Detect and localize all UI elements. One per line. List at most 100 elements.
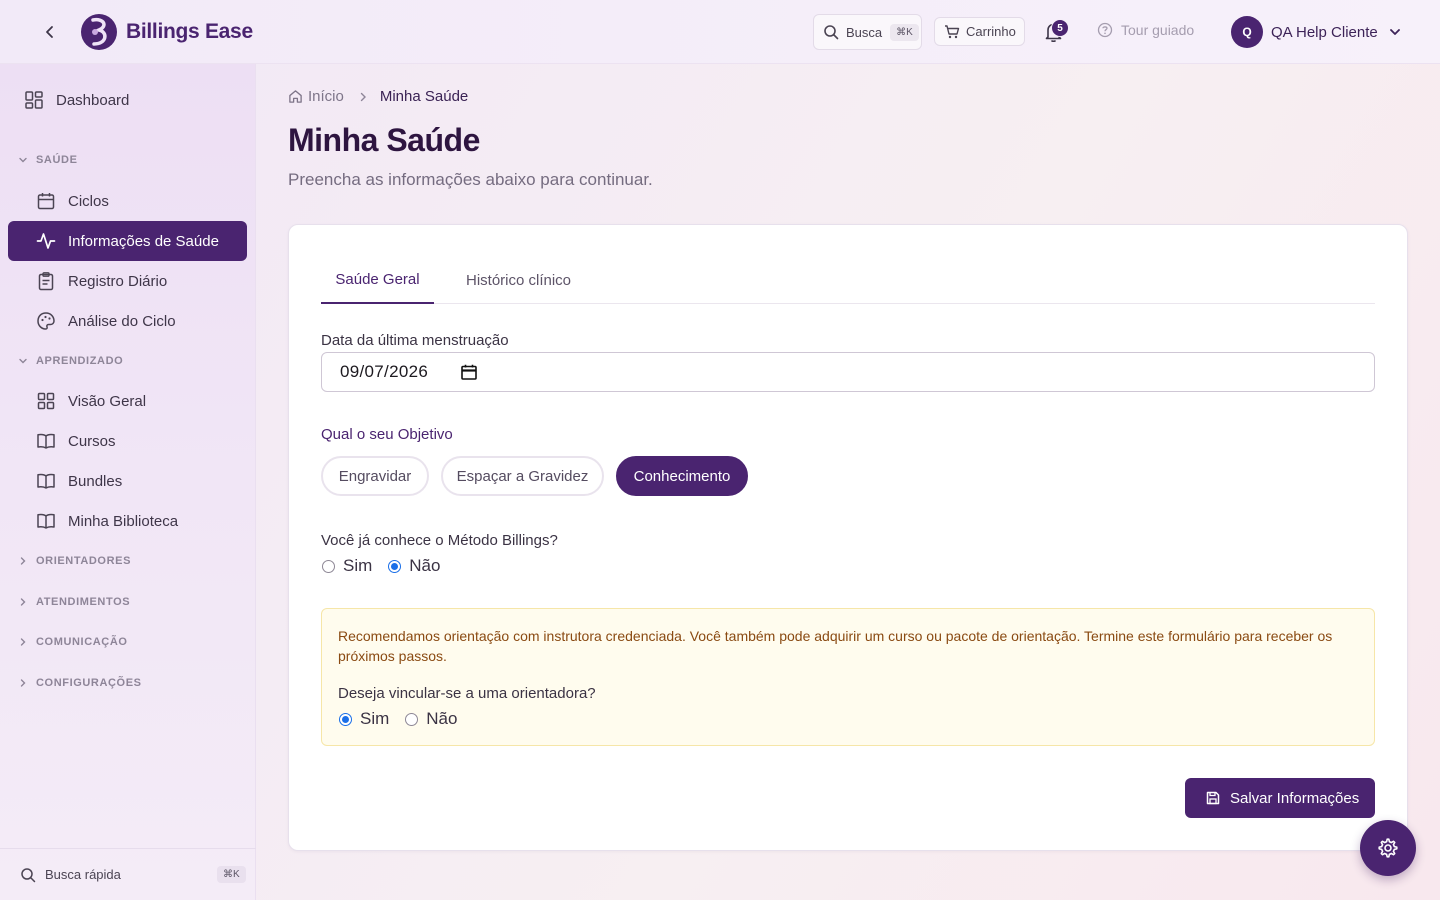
notice-message: Recomendamos orientação com instrutora c… — [338, 628, 1333, 664]
avatar: Q — [1231, 16, 1263, 48]
app-name: Billings Ease — [126, 20, 253, 43]
section-label: COMUNICAÇÃO — [36, 636, 128, 648]
chevron-left-icon — [46, 26, 53, 38]
method-no-radio[interactable] — [388, 559, 402, 573]
sidebar-item-label: Informações de Saúde — [68, 232, 219, 250]
chevron-right-icon — [20, 557, 26, 565]
activity-icon — [36, 231, 56, 251]
quick-search[interactable]: Busca rápida ⌘K — [0, 848, 256, 900]
tour-label: Tour guiado — [1121, 22, 1195, 38]
settings-fab[interactable] — [1360, 820, 1416, 876]
health-form-card: Saúde Geral Histórico clínico Data da úl… — [288, 224, 1408, 851]
gear-icon — [1378, 838, 1398, 858]
app-logo[interactable]: Billings Ease — [80, 10, 253, 54]
chevron-down-icon — [1389, 29, 1400, 35]
search-icon — [824, 25, 839, 40]
sidebar-item-minha-biblioteca[interactable]: Minha Biblioteca — [8, 501, 247, 541]
objective-label: Qual o seu Objetivo — [321, 426, 453, 443]
breadcrumb-home[interactable]: Início — [308, 88, 344, 105]
section-configuracoes[interactable]: CONFIGURAÇÕES — [18, 673, 142, 693]
sidebar-item-label: Registro Diário — [68, 272, 168, 290]
link-yes-radio[interactable] — [339, 712, 352, 726]
section-label: SAÚDE — [36, 154, 78, 166]
tour-button[interactable]: Tour guiado — [1097, 22, 1194, 38]
method-no-label[interactable]: Não — [409, 556, 440, 576]
method-yes-label[interactable]: Sim — [343, 556, 372, 576]
calendar-icon[interactable] — [460, 363, 478, 381]
notification-badge: 5 — [1051, 19, 1069, 37]
breadcrumb-current: Minha Saúde — [379, 88, 469, 105]
section-label: APRENDIZADO — [36, 355, 124, 367]
chevron-right-icon — [358, 92, 368, 102]
form-tabs: Saúde Geral Histórico clínico — [321, 261, 1375, 304]
save-icon — [1206, 791, 1220, 805]
method-question: Você já conhece o Método Billings? — [321, 532, 558, 549]
tab-saude-geral[interactable]: Saúde Geral — [321, 261, 434, 304]
logo-icon — [81, 14, 117, 50]
chevron-down-icon — [19, 157, 27, 163]
tab-historico-clinico[interactable]: Histórico clínico — [466, 261, 571, 304]
book-open-icon — [36, 431, 56, 451]
sidebar-item-label: Minha Biblioteca — [68, 512, 179, 530]
top-bar: Billings Ease Busca ⌘K Carrinho 5 Tour g… — [0, 0, 1440, 64]
sidebar-item-analise-do-ciclo[interactable]: Análise do Ciclo — [8, 301, 247, 341]
sidebar-item-label: Ciclos — [68, 192, 109, 210]
section-label: ORIENTADORES — [36, 555, 132, 567]
book-open-icon — [36, 471, 56, 491]
section-aprendizado[interactable]: APRENDIZADO — [18, 351, 123, 371]
recommendation-notice: Recomendamos orientação com instrutora c… — [321, 608, 1375, 746]
sidebar-item-registro-diario[interactable]: Registro Diário — [8, 261, 247, 301]
sidebar-item-label: Cursos — [68, 432, 116, 450]
search-shortcut: ⌘K — [890, 23, 919, 41]
objective-conhecimento-button[interactable]: Conhecimento — [616, 456, 748, 496]
sidebar-item-ciclos[interactable]: Ciclos — [8, 181, 247, 221]
sidebar-item-dashboard[interactable]: Dashboard — [8, 80, 247, 120]
sidebar-item-label: Visão Geral — [68, 392, 147, 410]
link-no-label[interactable]: Não — [426, 709, 457, 729]
clipboard-icon — [36, 271, 56, 291]
cart-icon — [945, 24, 960, 38]
last-period-date-input[interactable]: 09/07/2026 — [321, 352, 1375, 392]
chevron-right-icon — [20, 679, 26, 687]
breadcrumb: Início Minha Saúde — [288, 88, 468, 105]
method-yes-radio[interactable] — [322, 559, 335, 573]
sidebar-item-visao-geral[interactable]: Visão Geral — [8, 381, 247, 421]
section-atendimentos[interactable]: ATENDIMENTOS — [18, 592, 130, 612]
sidebar-item-label: Bundles — [68, 472, 123, 490]
cart-label: Carrinho — [966, 24, 1016, 39]
user-menu[interactable]: Q QA Help Cliente — [1231, 16, 1402, 48]
cart-button[interactable]: Carrinho — [934, 17, 1025, 46]
section-orientadores[interactable]: ORIENTADORES — [18, 551, 131, 571]
objective-espacar-button[interactable]: Espaçar a Gravidez — [441, 456, 604, 496]
quick-search-shortcut: ⌘K — [217, 866, 246, 883]
sidebar-item-cursos[interactable]: Cursos — [8, 421, 247, 461]
help-circle-icon — [1097, 22, 1113, 38]
chevron-right-icon — [20, 638, 26, 646]
section-comunicacao[interactable]: COMUNICAÇÃO — [18, 632, 128, 652]
page-subtitle: Preencha as informações abaixo para cont… — [288, 170, 653, 189]
back-button[interactable] — [38, 20, 62, 44]
link-no-radio[interactable] — [405, 712, 419, 726]
search-button[interactable]: Busca ⌘K — [813, 14, 922, 50]
sidebar-item-bundles[interactable]: Bundles — [8, 461, 247, 501]
sidebar-item-informacoes-de-saude[interactable]: Informações de Saúde — [8, 221, 247, 261]
sidebar: Dashboard SAÚDE Ciclos Informações de Sa… — [0, 64, 256, 900]
user-name: QA Help Cliente — [1271, 23, 1378, 41]
quick-search-label: Busca rápida — [45, 867, 121, 882]
chevron-down-icon — [19, 358, 27, 364]
sidebar-item-label: Análise do Ciclo — [68, 312, 176, 330]
grid-icon — [36, 391, 56, 411]
section-saude[interactable]: SAÚDE — [18, 150, 78, 170]
section-label: ATENDIMENTOS — [36, 596, 131, 608]
objective-engravidar-button[interactable]: Engravidar — [321, 456, 429, 496]
sidebar-item-label: Dashboard — [56, 91, 130, 109]
palette-icon — [36, 311, 56, 331]
link-question: Deseja vincular-se a uma orientadora? — [338, 685, 596, 702]
link-radio-group: Sim Não — [339, 709, 457, 729]
link-yes-label[interactable]: Sim — [360, 709, 389, 729]
save-button[interactable]: Salvar Informações — [1185, 778, 1375, 818]
chevron-right-icon — [20, 598, 26, 606]
home-icon[interactable] — [288, 89, 303, 104]
search-label: Busca — [846, 24, 883, 40]
book-open-icon — [36, 511, 56, 531]
